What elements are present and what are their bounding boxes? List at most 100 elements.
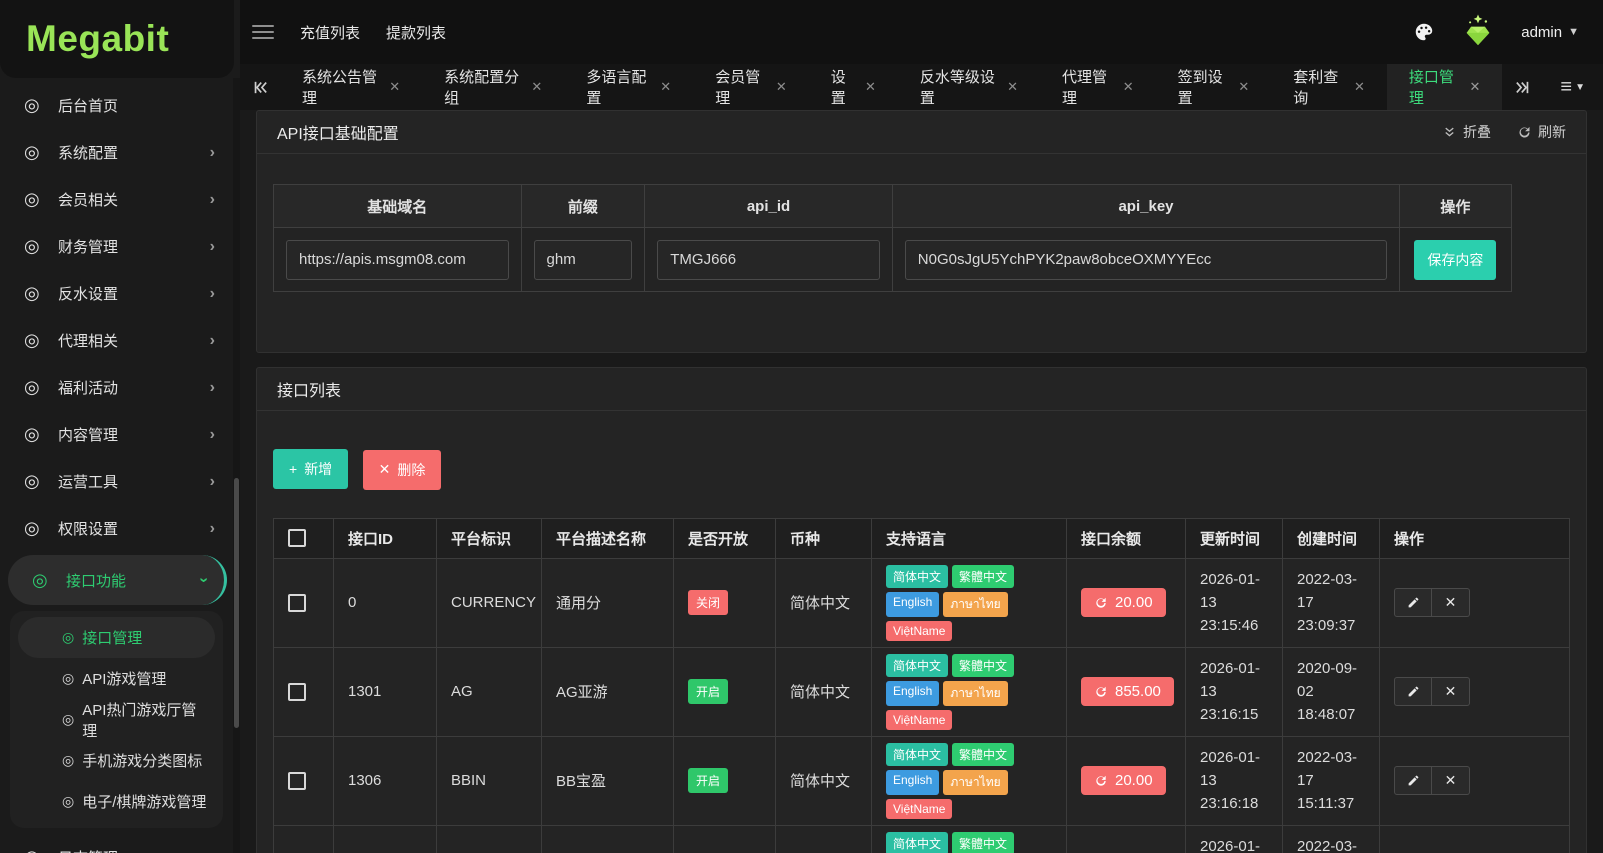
sidebar-subitem-1[interactable]: ◎API游戏管理 [10, 658, 223, 699]
tab-close-icon[interactable]: ✕ [865, 79, 876, 95]
sidebar-scrollbar-thumb[interactable] [234, 478, 239, 728]
sidebar-item-1[interactable]: ◎系统配置› [0, 129, 233, 176]
balance-value: 20.00 [1115, 772, 1153, 789]
tab-item-5[interactable]: 反水等级设置✕ [898, 64, 1040, 110]
operation-buttons: ✕ [1394, 677, 1470, 706]
languages-cell: 简体中文繁體中文EnglishภาษาไทยViệtName [872, 558, 1067, 647]
created-time: 2022-03-1723:09:37 [1297, 568, 1365, 638]
logo-block[interactable]: Megabit [0, 0, 234, 78]
sidebar-item-10[interactable]: ◎接口功能› [8, 555, 227, 605]
balance-refresh-badge[interactable]: 855.00 [1081, 677, 1174, 706]
delete-row-button[interactable]: ✕ [1432, 588, 1470, 617]
top-link-recharge-list[interactable]: 充值列表 [300, 22, 360, 43]
tab-item-9[interactable]: 接口管理✕ [1387, 64, 1503, 110]
language-badge: English [886, 770, 939, 795]
tab-close-icon[interactable]: ✕ [660, 79, 671, 95]
row-checkbox[interactable] [288, 594, 306, 612]
sidebar-item-3[interactable]: ◎财务管理› [0, 223, 233, 270]
api-config-panel-header: API接口基础配置 折叠 刷新 [257, 111, 1586, 154]
sidebar-item-8[interactable]: ◎运营工具› [0, 458, 233, 505]
language-badge: 简体中文 [886, 654, 948, 677]
sidebar-subitem-4[interactable]: ◎电子/棋牌游戏管理 [10, 781, 223, 822]
sidebar-subitem-label: API游戏管理 [82, 668, 166, 689]
sidebar-subitem-0[interactable]: ◎接口管理 [18, 617, 215, 658]
created-time-cell: 2020-09-0218:48:07 [1283, 647, 1380, 736]
balance-refresh-badge[interactable]: 20.00 [1081, 766, 1166, 795]
sidebar-item-5[interactable]: ◎代理相关› [0, 317, 233, 364]
api-key-input[interactable] [905, 240, 1387, 280]
edit-button[interactable] [1394, 766, 1432, 795]
tab-close-icon[interactable]: ✕ [1470, 79, 1481, 95]
sidebar-item-4[interactable]: ◎反水设置› [0, 270, 233, 317]
tab-close-icon[interactable]: ✕ [776, 79, 787, 95]
tabs-scroll-right-icon[interactable] [1502, 64, 1542, 110]
sidebar-item-7[interactable]: ◎内容管理› [0, 411, 233, 458]
interface-column-header: 操作 [1380, 518, 1570, 558]
delete-row-button[interactable]: ✕ [1432, 677, 1470, 706]
sidebar-item-0[interactable]: ◎后台首页 [0, 82, 233, 129]
tab-item-2[interactable]: 多语言配置 ✕ [564, 64, 693, 110]
tab-close-icon[interactable]: ✕ [1007, 79, 1018, 95]
bullseye-icon: ◎ [62, 629, 74, 646]
tab-item-4[interactable]: 设置✕ [809, 64, 898, 110]
tab-close-icon[interactable]: ✕ [389, 79, 400, 95]
admin-user-dropdown[interactable]: admin ▼ [1521, 24, 1579, 41]
balance-refresh-badge[interactable]: 20.00 [1081, 588, 1166, 617]
platform-name-cell: BB宝盈 [542, 736, 674, 825]
sidebar-item-2[interactable]: ◎会员相关› [0, 176, 233, 223]
bullseye-icon: ◎ [24, 189, 58, 210]
tab-label: 会员管理 [715, 66, 766, 108]
delete-button[interactable]: ✕ 删除 [363, 450, 442, 490]
currency-cell: 简体中文 [776, 825, 872, 853]
row-checkbox[interactable] [288, 772, 306, 790]
tab-item-0[interactable]: 系统公告管理✕ [280, 64, 422, 110]
prefix-input[interactable] [534, 240, 633, 280]
edit-button[interactable] [1394, 588, 1432, 617]
tab-item-8[interactable]: 套利查询✕ [1271, 64, 1387, 110]
table-row: 1321AB欧博视讯开启简体中文简体中文繁體中文EnglishภาษาไทยVi… [274, 825, 1570, 853]
top-link-withdraw-list[interactable]: 提款列表 [386, 22, 446, 43]
collapse-button[interactable]: 折叠 [1442, 122, 1491, 142]
api-id-input[interactable] [657, 240, 880, 280]
language-badges: 简体中文繁體中文EnglishภาษาไทยViệtName [886, 743, 1052, 819]
updated-time-cell: 2026-01-1323:16:21 [1186, 825, 1283, 853]
api-config-panel: API接口基础配置 折叠 刷新 基础域名前缀api_idapi_key操作 [256, 110, 1587, 353]
tab-item-7[interactable]: 签到设置✕ [1156, 64, 1272, 110]
sidebar-item-6[interactable]: ◎福利活动› [0, 364, 233, 411]
tab-item-6[interactable]: 代理管理✕ [1040, 64, 1156, 110]
sidebar-subitem-2[interactable]: ◎API热门游戏厅管理 [10, 699, 223, 740]
chevron-right-icon: › [210, 332, 215, 350]
sidebar-item-11[interactable]: ◎日志管理› [0, 834, 233, 853]
base-domain-input[interactable] [286, 240, 509, 280]
open-state-cell: 开启 [674, 647, 776, 736]
user-avatar-diamond-icon[interactable] [1457, 11, 1499, 53]
tab-close-icon[interactable]: ✕ [1354, 79, 1365, 95]
sidebar-scrollbar[interactable] [233, 78, 240, 853]
delete-row-button[interactable]: ✕ [1432, 766, 1470, 795]
theme-palette-icon[interactable] [1413, 21, 1435, 43]
hamburger-menu-icon[interactable] [252, 25, 274, 39]
tab-close-icon[interactable]: ✕ [1123, 79, 1134, 95]
save-content-button[interactable]: 保存内容 [1414, 240, 1496, 280]
add-button[interactable]: + 新增 [273, 449, 348, 489]
tabs-scroll-left-icon[interactable] [240, 64, 280, 110]
top-header: 充值列表 提款列表 admin [0, 0, 1603, 64]
interface-table-header-row: 接口ID平台标识平台描述名称是否开放币种支持语言接口余额更新时间创建时间操作 [274, 518, 1570, 558]
sidebar-subitem-3[interactable]: ◎手机游戏分类图标 [10, 740, 223, 781]
sidebar-item-9[interactable]: ◎权限设置› [0, 505, 233, 552]
refresh-button[interactable]: 刷新 [1517, 122, 1566, 142]
select-all-checkbox[interactable] [288, 529, 306, 547]
edit-button[interactable] [1394, 677, 1432, 706]
tab-close-icon[interactable]: ✕ [1238, 79, 1249, 95]
tab-item-3[interactable]: 会员管理 ✕ [693, 64, 809, 110]
table-row: 0CURRENCY通用分关闭简体中文简体中文繁體中文Englishภาษาไทย… [274, 558, 1570, 647]
tab-label: 多语言配置 [586, 66, 650, 108]
x-icon: ✕ [379, 461, 391, 478]
row-checkbox[interactable] [288, 683, 306, 701]
tab-close-icon[interactable]: ✕ [531, 79, 542, 95]
sidebar-item-label: 福利活动 [58, 377, 210, 398]
menu-bars-icon: ≡ [1560, 76, 1572, 99]
sidebar-menu: ◎后台首页◎系统配置›◎会员相关›◎财务管理›◎反水设置›◎代理相关›◎福利活动… [0, 82, 233, 853]
tabs-options-menu[interactable]: ≡ ▼ [1542, 64, 1603, 110]
tab-item-1[interactable]: 系统配置分组✕ [422, 64, 564, 110]
